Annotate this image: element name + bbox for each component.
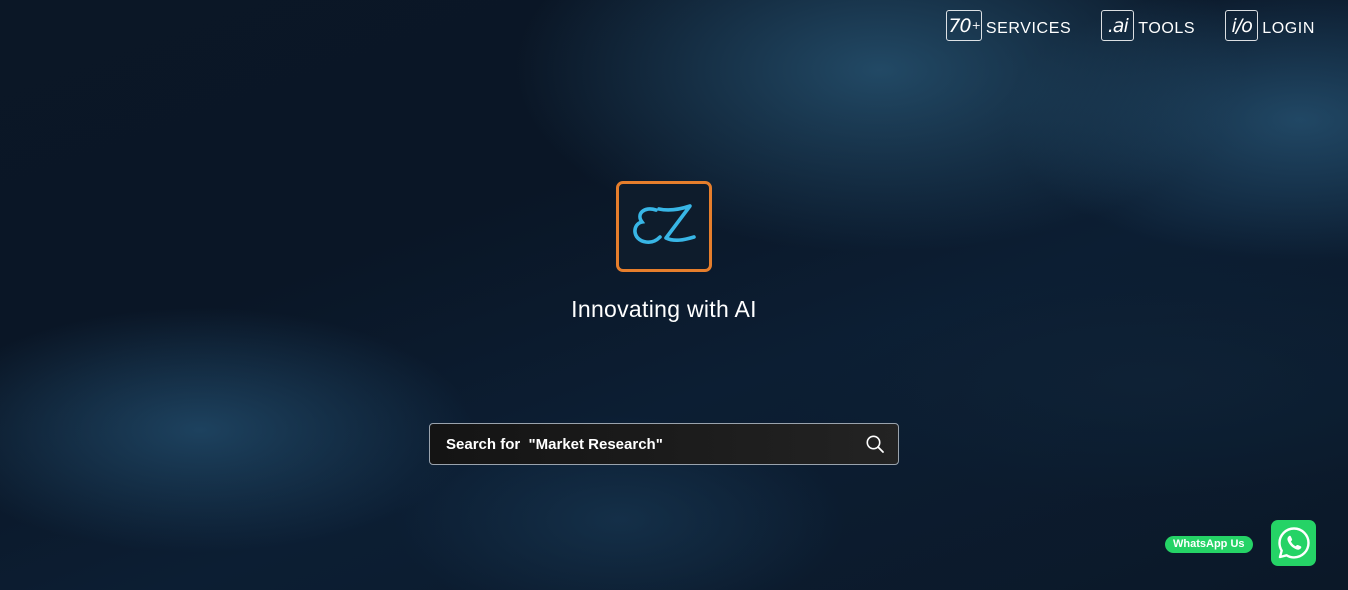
- ez-logo-icon: [633, 203, 696, 244]
- services-badge-icon: 70 +: [946, 10, 982, 41]
- hero-tagline: Innovating with AI: [571, 296, 757, 322]
- ez-logo[interactable]: [616, 181, 712, 272]
- whatsapp-label[interactable]: WhatsApp Us: [1165, 536, 1253, 553]
- search-bar: [429, 423, 899, 465]
- search-icon: [866, 435, 884, 453]
- search-button[interactable]: [852, 424, 898, 464]
- tools-badge-icon: .ai: [1101, 10, 1135, 41]
- nav-login-label: LOGIN: [1262, 19, 1315, 37]
- login-badge-icon: i/o: [1225, 10, 1259, 41]
- nav-services-link[interactable]: 70 + SERVICES: [946, 10, 1071, 41]
- search-input[interactable]: [430, 424, 852, 464]
- nav-services-label: SERVICES: [985, 19, 1072, 37]
- nav-tools-label: TOOLS: [1138, 19, 1196, 37]
- whatsapp-button[interactable]: [1271, 520, 1316, 566]
- whatsapp-icon: [1277, 527, 1310, 559]
- nav-tools-link[interactable]: .ai TOOLS: [1101, 10, 1195, 41]
- top-nav: 70 + SERVICES .ai TOOLS i/o LOGIN: [946, 10, 1315, 41]
- nav-login-link[interactable]: i/o LOGIN: [1225, 10, 1315, 41]
